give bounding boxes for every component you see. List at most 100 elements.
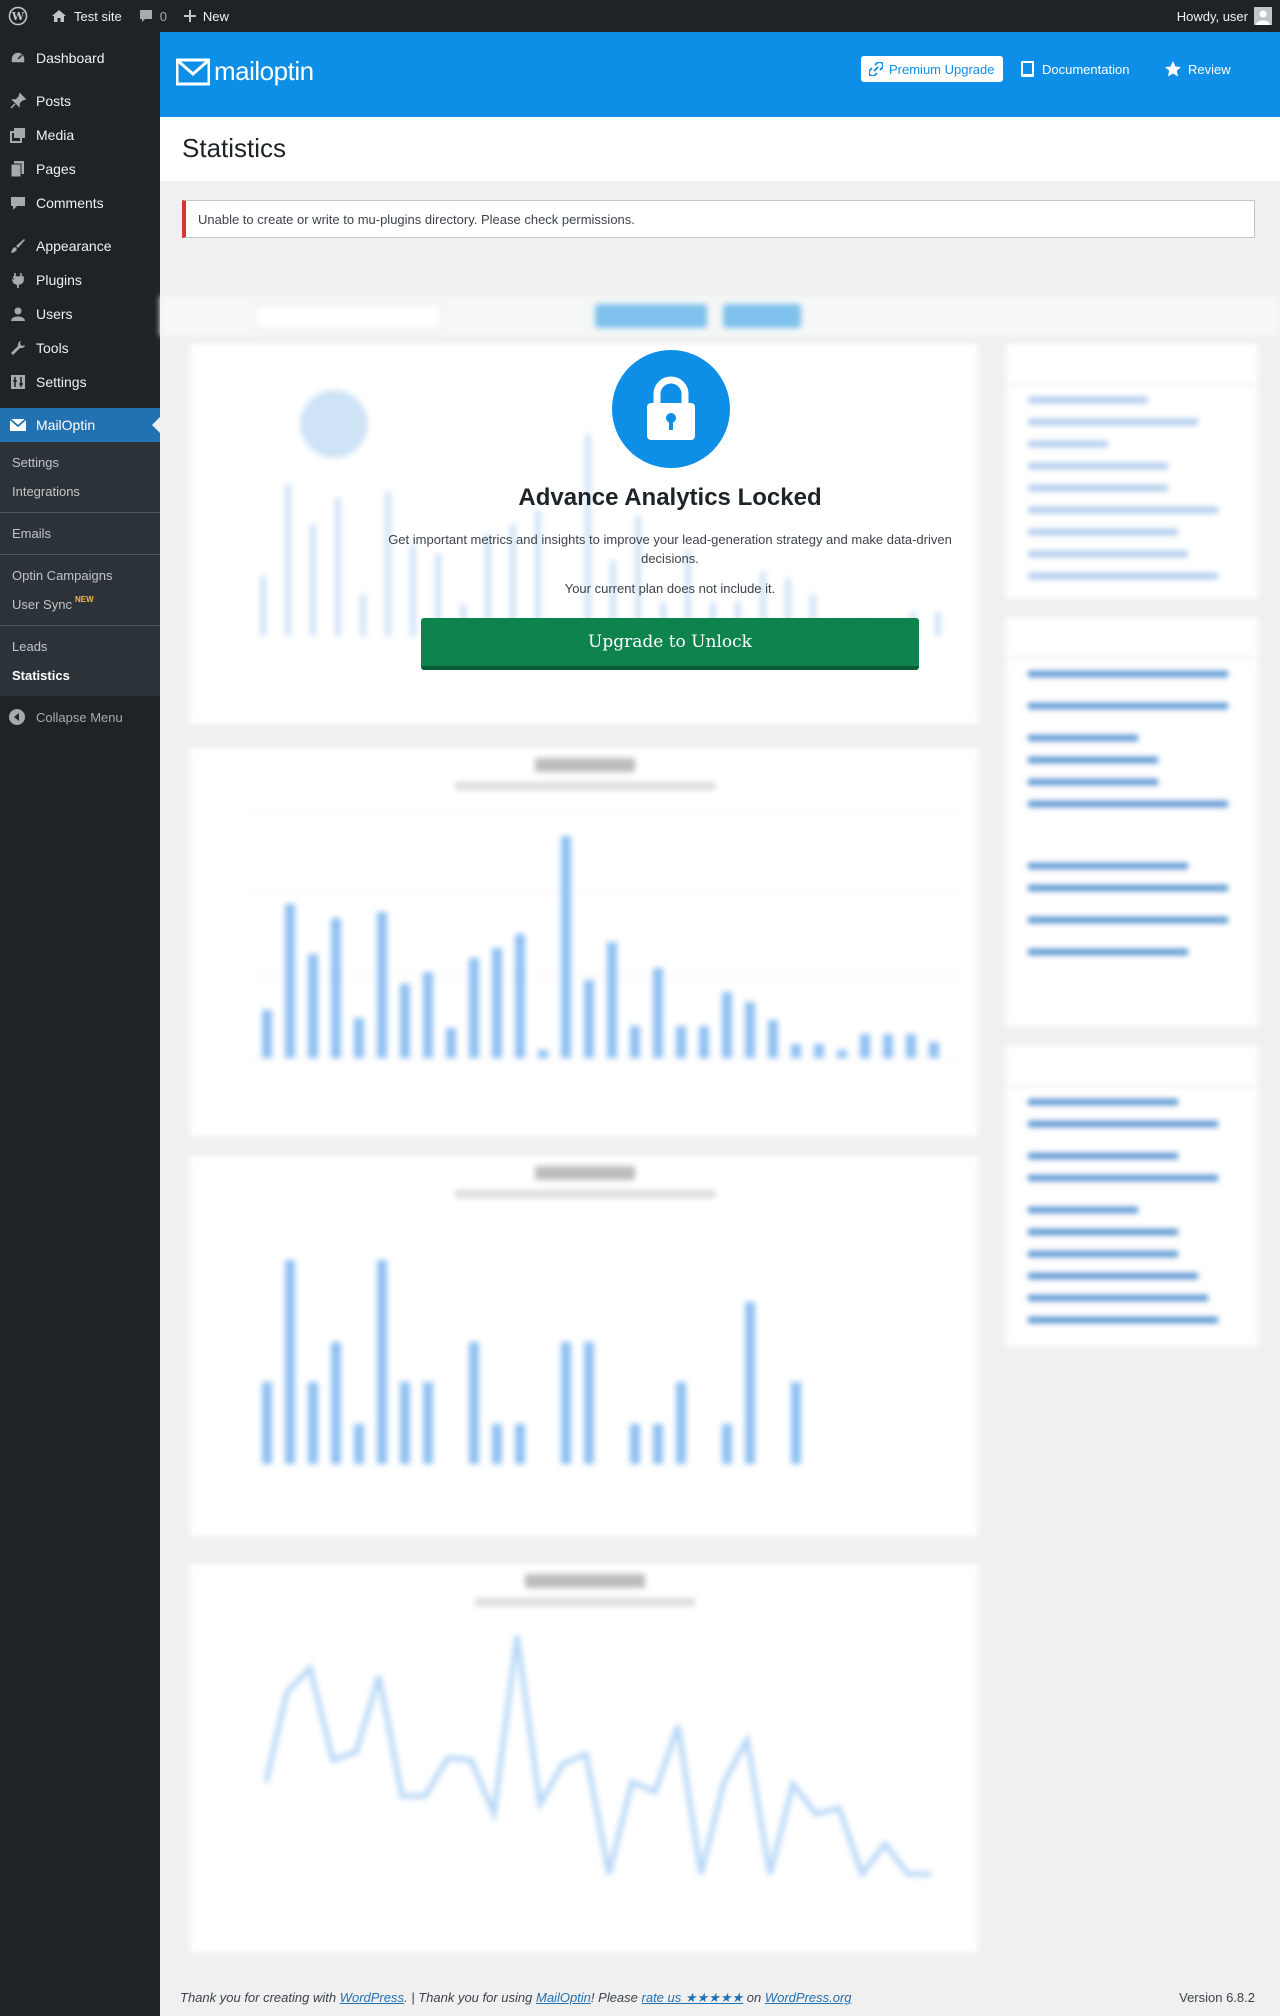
comment-icon	[9, 194, 27, 212]
comment-icon	[139, 10, 152, 22]
wordpress-logo-button[interactable]: W	[0, 0, 42, 32]
mailoptin-header: mailoptin Premium Upgrade Documentation …	[160, 32, 1280, 117]
subscribers-bars-block	[262, 1260, 801, 1464]
menu-label: Users	[36, 306, 73, 322]
menu-label: Settings	[36, 374, 87, 390]
locked-description: Get important metrics and insights to im…	[388, 532, 952, 566]
admin-bar: W Test site 0 New Howdy, user	[0, 0, 1280, 32]
menu-dashboard[interactable]: Dashboard	[0, 41, 160, 75]
subscribers-panel	[190, 1156, 978, 1536]
mailoptin-icon	[9, 416, 27, 434]
lock-badge-inner	[612, 350, 730, 468]
new-label: New	[202, 8, 229, 24]
premium-upgrade-button[interactable]: Premium Upgrade	[861, 56, 1003, 82]
user-icon	[9, 305, 27, 323]
menu-label: Tools	[36, 340, 69, 356]
menu-plugins[interactable]: Plugins	[0, 263, 160, 297]
dashboard-icon	[9, 49, 27, 67]
menu-label: Dashboard	[36, 50, 105, 66]
media-icon	[9, 126, 27, 144]
menu-pages[interactable]: Pages	[0, 152, 160, 186]
mailoptin-submenu: Settings Integrations Emails Optin Campa…	[0, 442, 160, 696]
submenu-divider	[0, 625, 160, 626]
list-placeholder	[1028, 671, 1258, 955]
submenu-leads[interactable]: Leads	[0, 632, 160, 661]
submenu-divider	[0, 554, 160, 555]
menu-posts[interactable]: Posts	[0, 84, 160, 118]
mailoptin-link[interactable]: MailOptin	[536, 1990, 591, 2005]
new-badge: NEW	[74, 595, 94, 604]
menu-appearance[interactable]: Appearance	[0, 229, 160, 263]
review-link[interactable]: Review	[1164, 56, 1231, 82]
user-avatar-icon	[1256, 10, 1270, 25]
logo-text: mailoptin	[214, 55, 314, 86]
locked-title: Advance Analytics Locked	[518, 484, 822, 511]
lock-badge	[608, 346, 734, 472]
collapse-menu-button[interactable]: Collapse Menu	[0, 700, 160, 734]
footer-text: Thank you for creating with	[180, 1990, 340, 2005]
submenu-emails[interactable]: Emails	[0, 519, 160, 548]
new-content-link[interactable]: New	[175, 0, 237, 32]
wordpress-org-link[interactable]: WordPress.org	[765, 1990, 852, 2005]
lock-icon	[647, 376, 695, 440]
impressions-panel	[190, 748, 978, 1136]
menu-label: Posts	[36, 93, 72, 109]
documentation-link[interactable]: Documentation	[1020, 56, 1129, 82]
account-menu[interactable]: Howdy, user	[1177, 7, 1280, 25]
menu-settings[interactable]: Settings	[0, 365, 160, 399]
footer-text: . | Thank you for using	[404, 1990, 536, 2005]
comments-count: 0	[159, 8, 167, 24]
footer-text: ! Please	[590, 1990, 642, 2005]
submenu-divider	[0, 512, 160, 513]
footer-text: on	[743, 1990, 765, 2005]
page-title: Statistics	[182, 133, 287, 163]
brush-icon	[9, 237, 27, 255]
mailoptin-envelope-icon	[176, 58, 210, 86]
panel-header-block	[1006, 1046, 1258, 1087]
collapse-label: Collapse Menu	[36, 709, 123, 725]
star-icon	[1165, 61, 1181, 77]
submenu-integrations[interactable]: Integrations	[0, 477, 160, 506]
link-icon	[869, 62, 883, 76]
menu-label: Plugins	[36, 272, 82, 288]
submenu-label: Settings	[12, 455, 59, 470]
submenu-user-sync[interactable]: User Sync NEW	[0, 590, 160, 619]
submenu-label: Optin Campaigns	[12, 568, 113, 583]
menu-media[interactable]: Media	[0, 118, 160, 152]
submenu-label: Leads	[12, 639, 48, 654]
submenu-optin-campaigns[interactable]: Optin Campaigns	[0, 561, 160, 590]
admin-sidebar: Dashboard Posts Media Pages Comments App…	[0, 32, 160, 2016]
settings-icon	[9, 373, 27, 391]
collapse-icon	[9, 709, 25, 725]
wordpress-logo-icon: W	[8, 6, 28, 26]
mailoptin-logo: mailoptin	[176, 54, 314, 88]
notice-text: Unable to create or write to mu-plugins …	[198, 211, 635, 227]
menu-mailoptin[interactable]: MailOptin	[0, 408, 160, 442]
page-title-bar: Statistics	[160, 117, 1280, 181]
menu-tools[interactable]: Tools	[0, 331, 160, 365]
submenu-label: Integrations	[12, 484, 80, 499]
wordpress-link[interactable]: WordPress	[340, 1990, 404, 2005]
site-name-link[interactable]: Test site	[42, 0, 130, 32]
conversion-line-block	[263, 1635, 931, 1880]
submenu-label: Emails	[12, 526, 52, 541]
submenu-label: User Sync	[12, 597, 72, 612]
panel-header-block	[1006, 618, 1258, 659]
menu-users[interactable]: Users	[0, 297, 160, 331]
conversion-rate-panel	[190, 1564, 978, 1952]
plug-icon	[9, 271, 27, 289]
panel-header-block	[1006, 344, 1258, 385]
rate-us-link[interactable]: rate us ★★★★★	[642, 1990, 744, 2005]
top-displayed-optins-panel	[1006, 1046, 1258, 1346]
site-name: Test site	[74, 8, 122, 24]
comments-link[interactable]: 0	[130, 0, 175, 32]
submenu-settings[interactable]: Settings	[0, 448, 160, 477]
submenu-statistics[interactable]: Statistics	[0, 661, 160, 690]
list-placeholder	[1028, 1099, 1258, 1323]
menu-comments[interactable]: Comments	[0, 186, 160, 220]
howdy-text: Howdy, user	[1176, 8, 1248, 24]
menu-label: Pages	[36, 161, 76, 177]
plus-icon	[183, 10, 196, 22]
pin-icon	[9, 92, 27, 110]
upgrade-to-unlock-button[interactable]: Upgrade to Unlock	[421, 618, 919, 670]
